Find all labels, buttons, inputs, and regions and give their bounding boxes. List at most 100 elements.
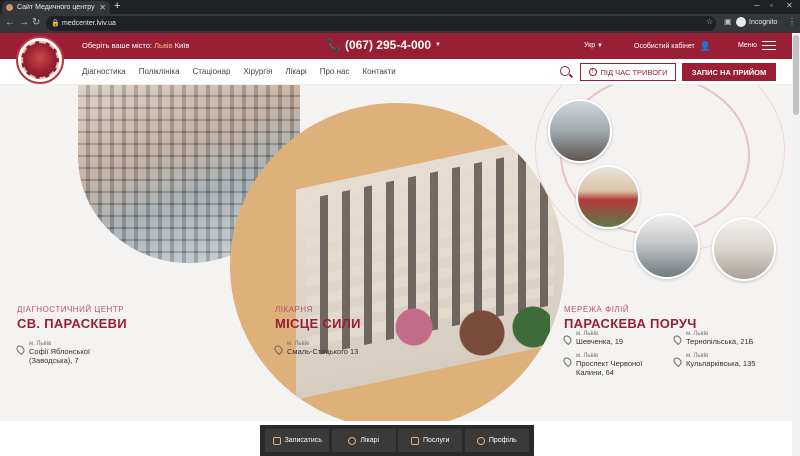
scrollbar-thumb[interactable] (793, 35, 799, 115)
search-icon[interactable] (560, 66, 570, 76)
branch-photo[interactable] (634, 213, 700, 279)
branch-address[interactable]: м. Львів Тернопільська, 21Б (671, 331, 754, 346)
diag-street: Софії Яблонської (Заводська), 7 (29, 347, 91, 365)
page-scrollbar[interactable] (792, 33, 800, 456)
network-kicker: МЕРЕЖА ФІЛІЙ (564, 305, 630, 314)
window-close-icon[interactable]: ✕ (786, 1, 793, 10)
hero-section: ДІАГНОСТИЧНИЙ ЦЕНТР СВ. ПАРАСКЕВИ м. Льв… (0, 85, 792, 421)
phone-text: (067) 295-4-000 (344, 38, 432, 52)
main-nav: Діагностика Поліклініка Стаціонар Хірург… (0, 59, 792, 85)
signup-button[interactable]: Записатись (265, 429, 330, 452)
logo-emblem-icon (21, 41, 59, 79)
forward-icon[interactable]: → (19, 17, 29, 28)
calendar-icon (272, 436, 281, 445)
bookmark-star-icon[interactable]: ☆ (706, 17, 713, 26)
appointment-button[interactable]: ЗАПИС НА ПРИЙОМ (682, 63, 776, 81)
personal-cabinet-link[interactable]: Особистий кабінет 👤 (634, 41, 711, 52)
nav-link-polyclinic[interactable]: Поліклініка (139, 67, 180, 76)
services-icon (411, 436, 419, 445)
maximize-icon[interactable]: ▫ (770, 1, 773, 10)
minimize-icon[interactable]: ─ (754, 1, 760, 10)
branch-photo[interactable] (712, 217, 776, 281)
branch-address[interactable]: м. Львів Проспект Червоної Калини, 64 (561, 353, 662, 377)
incognito-indicator[interactable]: Incognito (736, 17, 777, 27)
hospital-block[interactable]: ЛІКАРНЯ МІСЦЕ СИЛИ м. Львів Смаль-Стоцьк… (272, 305, 475, 356)
back-icon[interactable]: ← (5, 17, 15, 28)
city-selector[interactable]: Оберіть ваше місто: Львів Київ (82, 41, 189, 50)
hospital-photo[interactable] (230, 103, 564, 421)
profile-button[interactable]: Профіль (464, 429, 529, 452)
url-text: medcenter.lviv.ua (62, 20, 116, 27)
branch-street: Проспект Червоної Калини, 64 (576, 359, 643, 377)
location-pin-icon (671, 355, 684, 368)
hospital-title[interactable]: МІСЦЕ СИЛИ (275, 316, 475, 331)
diag-address: м. Львів Софії Яблонської (Заводська), 7 (14, 341, 217, 365)
nav-link-about[interactable]: Про нас (320, 67, 350, 76)
branch-street: Тернопільська, 21Б (686, 337, 754, 346)
sidepanel-icon[interactable]: ▣ (724, 17, 732, 26)
diagnostic-center-block[interactable]: ДІАГНОСТИЧНИЙ ЦЕНТР СВ. ПАРАСКЕВИ м. Льв… (14, 305, 217, 365)
cabinet-label: Особистий кабінет (634, 43, 695, 50)
reload-icon[interactable]: ↻ (32, 17, 40, 28)
network-block[interactable]: МЕРЕЖА ФІЛІЙ ПАРАСКЕВА ПОРУЧ (564, 305, 784, 331)
chevron-down-icon: ▼ (435, 42, 441, 48)
language-selector[interactable]: Укр ▼ (584, 42, 603, 49)
location-pin-icon (561, 333, 574, 346)
address-bar[interactable]: 🔒 medcenter.lviv.ua (46, 16, 716, 31)
services-label: Послуги (423, 437, 450, 444)
bottom-action-bar: Записатись Лікарі Послуги Профіль (260, 425, 534, 456)
info-icon: ! (588, 68, 597, 76)
branch-photo[interactable] (548, 99, 612, 163)
location-pin-icon (272, 343, 285, 356)
location-pin-icon (14, 343, 27, 356)
branch-photo[interactable] (576, 165, 640, 229)
city-kyiv[interactable]: Київ (175, 41, 190, 50)
city-prompt: Оберіть ваше місто: (82, 41, 153, 50)
doctors-button[interactable]: Лікарі (331, 429, 396, 452)
new-tab-icon[interactable]: + (114, 0, 120, 12)
nav-link-hospital[interactable]: Стаціонар (193, 67, 231, 76)
nav-link-contacts[interactable]: Контакти (362, 67, 395, 76)
site-logo[interactable] (16, 36, 64, 84)
menu-button[interactable]: Меню (738, 41, 776, 50)
branch-address[interactable]: м. Львів Шевченка, 19 (561, 331, 624, 346)
appointment-label: ЗАПИС НА ПРИЙОМ (691, 67, 767, 77)
browser-menu-icon[interactable]: ⋮ (788, 17, 796, 26)
doctor-icon (348, 436, 357, 445)
diag-kicker: ДІАГНОСТИЧНИЙ ЦЕНТР (17, 305, 125, 314)
doctors-label: Лікарі (360, 437, 380, 444)
hospital-street: Смаль-Стоцького 13 (287, 347, 359, 356)
hamburger-icon (761, 41, 776, 50)
incognito-icon (736, 17, 746, 27)
menu-label: Меню (738, 42, 757, 49)
city-lviv[interactable]: Львів (154, 41, 172, 50)
diag-title[interactable]: СВ. ПАРАСКЕВИ (17, 316, 217, 331)
network-title[interactable]: ПАРАСКЕВА ПОРУЧ (564, 316, 784, 331)
signup-label: Записатись (284, 437, 322, 444)
hospital-address: м. Львів Смаль-Стоцького 13 (272, 341, 475, 356)
close-icon[interactable]: ✕ (99, 3, 106, 12)
services-button[interactable]: Послуги (398, 429, 463, 452)
alarm-button[interactable]: ! ПІД ЧАС ТРИВОГИ (580, 63, 676, 81)
user-icon: 👤 (699, 41, 711, 51)
branch-street: Кульпарківська, 135 (686, 359, 756, 368)
browser-tabbar: Сайт Медичного центру ✕ + ─ ▫ ✕ (0, 0, 800, 14)
branch-street: Шевченка, 19 (576, 337, 624, 346)
tab-title: Сайт Медичного центру (17, 4, 95, 11)
top-bar: Оберіть ваше місто: Львів Київ 📞 (067) 2… (0, 33, 792, 59)
location-pin-icon (671, 333, 684, 346)
nav-link-doctors[interactable]: Лікарі (285, 67, 306, 76)
nav-link-surgery[interactable]: Хірургія (243, 67, 272, 76)
phone-icon: 📞 (326, 38, 341, 52)
browser-tab[interactable]: Сайт Медичного центру ✕ (2, 1, 110, 14)
nav-links: Діагностика Поліклініка Стаціонар Хірург… (82, 67, 396, 76)
phone-number[interactable]: 📞 (067) 295-4-000 ▼ (326, 38, 441, 52)
alarm-label: ПІД ЧАС ТРИВОГИ (600, 67, 668, 77)
nav-link-diagnostics[interactable]: Діагностика (82, 67, 126, 76)
incognito-label: Incognito (749, 18, 778, 26)
branch-address[interactable]: м. Львів Кульпарківська, 135 (671, 353, 756, 368)
location-pin-icon (561, 355, 574, 368)
hospital-kicker: ЛІКАРНЯ (275, 305, 313, 314)
language-label: Укр (584, 42, 596, 49)
site-favicon-icon (6, 4, 13, 11)
